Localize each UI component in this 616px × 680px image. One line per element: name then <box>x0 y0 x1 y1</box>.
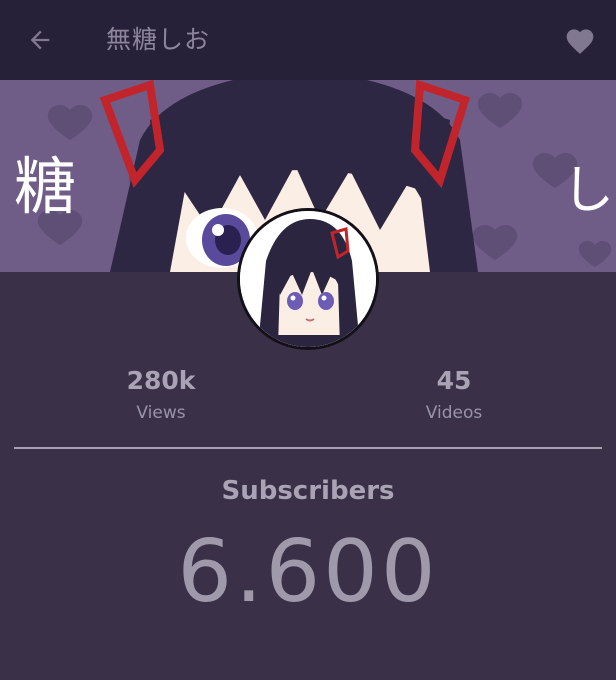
videos-label: Videos <box>425 403 483 423</box>
back-button[interactable] <box>22 22 58 58</box>
arrow-left-icon <box>30 30 50 50</box>
divider <box>14 447 602 449</box>
favorite-button[interactable] <box>560 22 600 58</box>
channel-title: 無糖しお <box>106 25 211 54</box>
channel-stats-screen: 無糖しお 糖 し 280k Views 45 Videos Subscriber… <box>0 0 616 680</box>
channel-avatar[interactable] <box>237 208 379 350</box>
banner-left-glyph: 糖 <box>14 150 76 223</box>
videos-count: 45 <box>436 366 472 395</box>
views-stat: 280k Views <box>81 366 241 424</box>
subscribers-count: 6.600 <box>177 522 439 622</box>
avatar-illustration <box>240 211 376 347</box>
videos-stat: 45 Videos <box>374 366 534 424</box>
views-count: 280k <box>126 366 196 395</box>
heart-icon <box>566 29 594 54</box>
banner-right-glyph: し <box>562 161 614 221</box>
top-bar: 無糖しお <box>0 0 616 80</box>
views-label: Views <box>136 403 186 423</box>
subscribers-label: Subscribers <box>221 476 395 506</box>
